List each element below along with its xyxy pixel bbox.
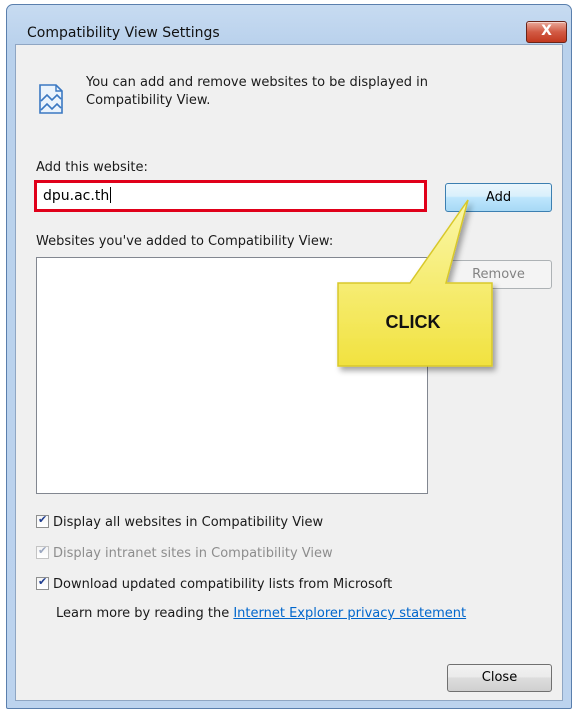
remove-button[interactable]: Remove xyxy=(445,260,552,289)
text-caret xyxy=(110,187,112,203)
option-display-intranet-sites: Display intranet sites in Compatibility … xyxy=(36,544,333,561)
info-description: You can add and remove websites to be di… xyxy=(86,75,428,108)
option-display-all-websites[interactable]: Display all websites in Compatibility Vi… xyxy=(36,513,324,530)
display-all-label: Display all websites in Compatibility Vi… xyxy=(53,515,324,530)
download-lists-label: Download updated compatibility lists fro… xyxy=(53,577,393,592)
close-button[interactable]: Close xyxy=(447,664,552,692)
privacy-note: Learn more by reading the Internet Explo… xyxy=(56,606,466,621)
download-lists-checkbox[interactable] xyxy=(36,575,49,590)
display-intranet-checkbox xyxy=(36,544,49,559)
add-button[interactable]: Add xyxy=(445,183,552,212)
dialog-title: Compatibility View Settings xyxy=(27,25,220,41)
compatibility-view-icon xyxy=(39,84,63,114)
add-website-value: dpu.ac.th xyxy=(43,188,110,204)
callout-label: CLICK xyxy=(385,312,441,332)
close-window-button[interactable]: X xyxy=(526,21,567,43)
display-intranet-label: Display intranet sites in Compatibility … xyxy=(53,546,333,561)
add-website-input[interactable]: dpu.ac.th xyxy=(34,180,427,212)
privacy-statement-link[interactable]: Internet Explorer privacy statement xyxy=(233,606,466,621)
display-all-checkbox[interactable] xyxy=(36,513,49,528)
added-websites-list[interactable] xyxy=(36,257,428,494)
added-websites-label: Websites you've added to Compatibility V… xyxy=(36,234,334,249)
privacy-prefix: Learn more by reading the xyxy=(56,606,230,621)
add-website-label: Add this website: xyxy=(36,160,148,175)
option-download-lists[interactable]: Download updated compatibility lists fro… xyxy=(36,575,393,592)
